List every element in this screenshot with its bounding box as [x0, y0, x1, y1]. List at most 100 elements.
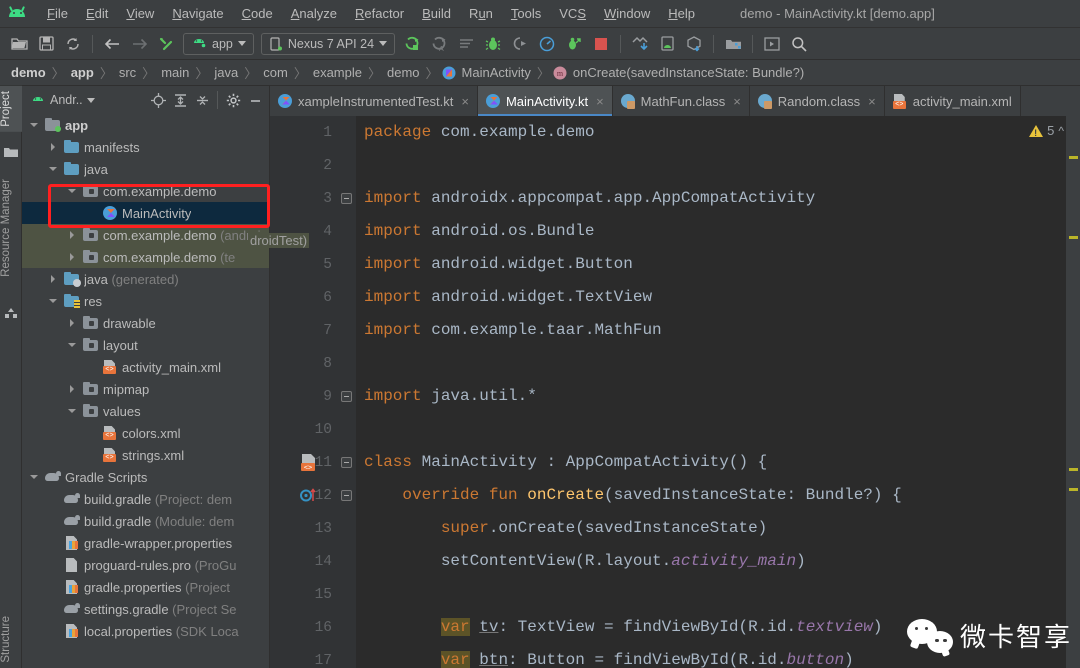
tree-node[interactable]: app [22, 114, 269, 136]
project-view-selector[interactable]: Andr.. [30, 93, 95, 107]
line-number-gutter[interactable]: 12345678910<>1112131415161718 [270, 116, 338, 668]
close-icon[interactable]: × [596, 94, 604, 109]
gutter-line[interactable]: 16 [270, 611, 338, 644]
tree-node[interactable]: values [22, 400, 269, 422]
stripe-warning-mark[interactable] [1069, 468, 1078, 471]
tree-node[interactable]: local.properties (SDK Loca [22, 620, 269, 642]
attach-debugger-icon[interactable] [507, 31, 533, 57]
menu-item-file[interactable]: File [38, 4, 77, 23]
layout-xml-icon[interactable]: <> [300, 454, 317, 471]
fold-toggle-icon[interactable] [341, 193, 352, 204]
chevron-down-icon[interactable] [49, 164, 60, 175]
breadcrumb-item[interactable]: app [68, 65, 97, 80]
code-folding-column[interactable] [338, 116, 356, 668]
save-icon[interactable] [33, 31, 59, 57]
gutter-line[interactable]: <> 11 [270, 446, 338, 479]
build-hammer-icon[interactable] [153, 31, 179, 57]
locate-target-icon[interactable] [148, 90, 168, 110]
breadcrumb-item[interactable]: MainActivity [442, 65, 534, 80]
breadcrumb-item[interactable]: com [260, 65, 291, 80]
tree-node[interactable]: proguard-rules.pro (ProGu [22, 554, 269, 576]
menu-item-vcs[interactable]: VCS [550, 4, 595, 23]
editor-tab-random-class[interactable]: Random.class × [750, 86, 885, 116]
gutter-line[interactable]: 2 [270, 149, 338, 182]
collapse-all-icon[interactable] [192, 90, 212, 110]
fold-toggle-icon[interactable] [341, 490, 352, 501]
sidebar-item-resource-manager[interactable]: Resource Manager [0, 174, 22, 282]
chevron-right-icon[interactable] [49, 274, 60, 285]
menu-item-run[interactable]: Run [460, 4, 502, 23]
menu-item-view[interactable]: View [117, 4, 163, 23]
tree-node[interactable]: mipmap [22, 378, 269, 400]
chevron-down-icon[interactable] [49, 296, 60, 307]
tree-node[interactable]: build.gradle (Module: dem [22, 510, 269, 532]
close-icon[interactable]: × [461, 94, 469, 109]
menu-item-refactor[interactable]: Refactor [346, 4, 413, 23]
project-tree[interactable]: app manifests java com.example.demo MainActi… [22, 114, 269, 668]
menu-item-edit[interactable]: Edit [77, 4, 117, 23]
code-editor[interactable]: 12345678910<>1112131415161718 package co… [270, 116, 1080, 668]
tree-node[interactable]: com.example.demo [22, 180, 269, 202]
stop-icon[interactable] [588, 31, 614, 57]
gutter-line[interactable]: 6 [270, 281, 338, 314]
gear-icon[interactable] [223, 90, 243, 110]
menu-item-code[interactable]: Code [233, 4, 282, 23]
breadcrumb-item[interactable]: main [158, 65, 192, 80]
tree-node[interactable]: drawable [22, 312, 269, 334]
breadcrumb-item[interactable]: m onCreate(savedInstanceState: Bundle?) [553, 65, 807, 80]
forward-arrow-icon[interactable] [126, 31, 152, 57]
tree-node[interactable]: layout [22, 334, 269, 356]
menu-item-navigate[interactable]: Navigate [163, 4, 232, 23]
override-method-icon[interactable] [300, 487, 317, 504]
editor-tab-mainactivity-kt[interactable]: MainActivity.kt × [477, 86, 613, 116]
tree-node[interactable]: java [22, 158, 269, 180]
menu-item-help[interactable]: Help [659, 4, 704, 23]
tree-node[interactable]: com.example.demo (te [22, 246, 269, 268]
chevron-down-icon[interactable] [30, 472, 41, 483]
chevron-right-icon[interactable] [68, 384, 79, 395]
menu-item-build[interactable]: Build [413, 4, 460, 23]
chevron-right-icon[interactable] [68, 230, 79, 241]
debug-bug-icon[interactable] [480, 31, 506, 57]
tree-node[interactable]: manifests [22, 136, 269, 158]
device-selector[interactable]: Nexus 7 API 24 [260, 32, 396, 55]
tree-node[interactable]: colors.xml [22, 422, 269, 444]
stripe-warning-mark[interactable] [1069, 236, 1078, 239]
breadcrumb-item[interactable]: java [211, 65, 241, 80]
gutter-line[interactable]: 10 [270, 413, 338, 446]
layout-inspector-icon[interactable] [759, 31, 785, 57]
avd-manager-icon[interactable] [654, 31, 680, 57]
chevron-down-icon[interactable] [68, 406, 79, 417]
chevron-down-icon[interactable] [30, 120, 41, 131]
fold-toggle-icon[interactable] [341, 391, 352, 402]
inspection-status[interactable]: 5 ^ [1029, 123, 1064, 138]
stripe-warning-mark[interactable] [1069, 156, 1078, 159]
chevron-up-icon[interactable]: ^ [1058, 124, 1064, 138]
chevron-right-icon[interactable] [68, 252, 79, 263]
breadcrumb-item[interactable]: demo [8, 65, 49, 80]
gutter-line[interactable]: 3 [270, 182, 338, 215]
editor-tab-activity-main-xml[interactable]: activity_main.xml [885, 86, 1021, 116]
tree-node[interactable]: build.gradle (Project: dem [22, 488, 269, 510]
profiler-icon[interactable] [534, 31, 560, 57]
error-stripe-marker[interactable] [1066, 116, 1080, 668]
sidebar-item-project[interactable]: Project [0, 86, 22, 132]
run-configuration-selector[interactable]: app [183, 32, 254, 55]
stripe-warning-mark[interactable] [1069, 488, 1078, 491]
gutter-line[interactable]: 17 [270, 644, 338, 668]
gutter-line[interactable]: 12 [270, 479, 338, 512]
editor-tab-bar[interactable]: xampleInstrumentedTest.kt × MainActivity.k… [270, 86, 1080, 116]
code-text[interactable]: package com.example.demo import androidx… [356, 116, 1080, 668]
gutter-line[interactable]: 7 [270, 314, 338, 347]
tree-node[interactable]: settings.gradle (Project Se [22, 598, 269, 620]
instant-run-icon[interactable] [561, 31, 587, 57]
open-folder-icon[interactable] [6, 31, 32, 57]
editor-tab-mathfun-class[interactable]: MathFun.class × [613, 86, 750, 116]
gutter-line[interactable]: 1 [270, 116, 338, 149]
tree-node[interactable]: MainActivity [22, 202, 269, 224]
tree-node[interactable]: strings.xml [22, 444, 269, 466]
gutter-line[interactable]: 8 [270, 347, 338, 380]
expand-all-icon[interactable] [170, 90, 190, 110]
breadcrumb[interactable]: demo 〉 app 〉 src 〉 main 〉 java 〉 com 〉 example 〉 demo 〉… [0, 60, 1080, 86]
run-coverage-icon[interactable]: A [426, 31, 452, 57]
